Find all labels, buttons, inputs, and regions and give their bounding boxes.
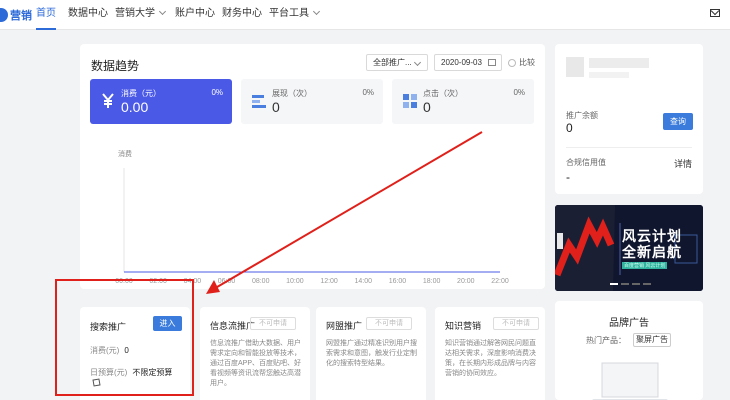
laptop-illustration <box>592 362 668 400</box>
data-trend-card: 数据趋势 全部推广... 2020-09-03 比较 消费（元） 0.00 0%… <box>80 44 545 289</box>
carousel-dot[interactable] <box>621 283 629 285</box>
brand-ad-card: 品牌广告 热门产品： 聚屏广告 <box>555 301 703 400</box>
chevron-down-icon <box>312 7 321 16</box>
carousel-dots[interactable] <box>610 283 651 285</box>
chevron-down-icon <box>158 7 167 16</box>
detail-link[interactable]: 详情 <box>674 157 692 170</box>
x-tick-label: 14:00 <box>355 278 373 285</box>
carousel-dot[interactable] <box>643 283 651 285</box>
carousel-dot[interactable] <box>632 283 640 285</box>
apply-disabled-button[interactable]: 不可申请 <box>366 317 412 330</box>
nav-item-account-center[interactable]: 账户中心 <box>175 0 215 30</box>
calendar-icon <box>488 59 496 66</box>
chevron-down-icon <box>413 58 422 67</box>
query-button[interactable]: 查询 <box>663 113 693 130</box>
balance-value: 0 <box>566 121 573 135</box>
logo-mark-icon <box>0 8 8 22</box>
hot-product-tag[interactable]: 聚屏广告 <box>633 333 671 347</box>
account-id-redacted <box>589 72 629 78</box>
divider <box>566 147 692 148</box>
product-description: 网盟推广通过精准识别用户搜索需求和意图，触发行业定制化的搜索特型结果。 <box>326 340 417 367</box>
date-picker[interactable]: 2020-09-03 <box>434 54 502 71</box>
product-title: 知识营销 <box>445 321 482 331</box>
account-name-redacted <box>589 58 649 68</box>
hot-label: 热门产品： <box>586 336 626 345</box>
bars-icon <box>252 95 266 108</box>
x-tick-label: 16:00 <box>389 278 407 285</box>
x-tick-label: 20:00 <box>457 278 475 285</box>
annotation-highlight-box <box>55 279 194 396</box>
x-tick-label: 22:00 <box>491 278 509 285</box>
metric-impressions[interactable]: 展现（次） 0 0% <box>241 79 383 124</box>
x-tick-label: 12:00 <box>320 278 338 285</box>
trend-title: 数据趋势 <box>91 59 140 73</box>
yuan-icon <box>102 93 114 108</box>
product-description: 知识营销通过解答网民问题直达相关需求，深度影响消费决策，在长期内形成品牌与内容营… <box>445 340 536 377</box>
avatar <box>566 57 584 77</box>
compare-checkbox[interactable]: 比较 <box>508 57 535 68</box>
product-card-network: 网盟推广 不可申请 网盟推广通过精准识别用户搜索需求和意图，触发行业定制化的搜索… <box>316 307 426 400</box>
nav-item-platform-tools[interactable]: 平台工具 <box>269 0 321 30</box>
credit-label: 合规信用值 <box>566 158 606 167</box>
y-axis-label: 消费 <box>118 149 132 158</box>
carousel-dot[interactable] <box>610 283 618 285</box>
product-description: 信息流推广借助大数据、用户需求定向和智能投放等技术，通过百度APP、百度贴吧、好… <box>210 340 302 387</box>
checkbox-icon <box>508 58 516 67</box>
credit-value: - <box>566 170 570 184</box>
grid-icon <box>403 94 417 108</box>
product-card-feed: 信息流推广 不可申请 信息流推广借助大数据、用户需求定向和智能投放等技术，通过百… <box>200 307 310 400</box>
nav-item-marketing-university[interactable]: 营销大学 <box>115 0 167 30</box>
mail-icon[interactable] <box>710 9 720 17</box>
apply-disabled-button[interactable]: 不可申请 <box>250 317 296 330</box>
campaign-select[interactable]: 全部推广... <box>366 54 428 71</box>
metric-spend[interactable]: 消费（元） 0.00 0% <box>90 79 232 124</box>
banner-subtitle: 百度营销 风云计划 <box>622 262 668 269</box>
logo[interactable]: 营销 <box>0 6 32 24</box>
account-card: 推广余额 0 查询 合规信用值 - 详情 <box>555 44 703 194</box>
nav-item-data-center[interactable]: 数据中心 <box>68 0 108 30</box>
top-nav: 营销 首页 数据中心 营销大学 账户中心 财务中心 平台工具 <box>0 0 730 30</box>
balance-label: 推广余额 <box>566 111 598 120</box>
product-card-knowledge: 知识营销 不可申请 知识营销通过解答网民问题直达相关需求，深度影响消费决策，在长… <box>435 307 545 400</box>
promo-banner[interactable]: 风云计划 全新启航 百度营销 风云计划 <box>555 205 703 291</box>
metric-clicks[interactable]: 点击（次） 0 0% <box>392 79 534 124</box>
nav-item-finance-center[interactable]: 财务中心 <box>222 0 262 30</box>
banner-title: 风云计划 全新启航 <box>622 228 682 260</box>
apply-disabled-button[interactable]: 不可申请 <box>493 317 539 330</box>
x-tick-label: 08:00 <box>252 278 270 285</box>
product-title: 网盟推广 <box>326 321 363 331</box>
nav-item-home[interactable]: 首页 <box>36 0 56 30</box>
brand-title: 品牌广告 <box>609 318 649 329</box>
logo-text: 营销 <box>10 10 32 22</box>
product-title: 信息流推广 <box>210 321 256 331</box>
x-tick-label: 10:00 <box>286 278 304 285</box>
trend-chart: 消费00:00 02:00 04:00 06:00 08:00 10:00 12:00 14:… <box>115 149 509 285</box>
x-tick-label: 06:00 <box>218 278 236 285</box>
x-tick-label: 18:00 <box>423 278 441 285</box>
